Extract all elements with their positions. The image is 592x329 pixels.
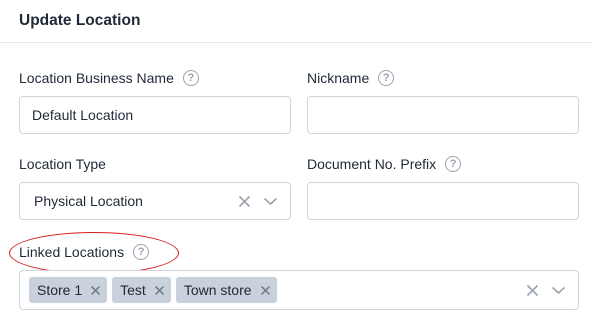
linked-locations-multiselect[interactable]: Store 1 Test Town store xyxy=(19,270,579,310)
business-name-input[interactable]: Default Location xyxy=(19,96,291,134)
select-actions xyxy=(238,183,278,219)
business-name-value: Default Location xyxy=(32,107,134,123)
dialog-header: Update Location xyxy=(0,0,592,43)
remove-chip-icon[interactable] xyxy=(90,285,101,296)
help-icon[interactable]: ? xyxy=(378,70,395,86)
chevron-down-icon[interactable] xyxy=(551,286,566,295)
chip-label: Town store xyxy=(183,282,252,298)
location-type-select[interactable]: Physical Location xyxy=(19,182,291,220)
remove-chip-icon[interactable] xyxy=(260,285,271,296)
nickname-input[interactable] xyxy=(307,96,579,134)
chip-store-1: Store 1 xyxy=(29,277,108,303)
linked-locations-label-row: Linked Locations ? xyxy=(19,241,150,263)
nickname-label: Nickname xyxy=(307,70,370,86)
doc-prefix-label: Document No. Prefix xyxy=(307,156,437,172)
location-type-label: Location Type xyxy=(19,156,106,172)
chip-test: Test xyxy=(112,277,171,303)
business-name-label: Location Business Name xyxy=(19,70,174,86)
remove-chip-icon[interactable] xyxy=(154,285,165,296)
select-actions xyxy=(526,271,566,309)
dialog-title: Update Location xyxy=(19,12,141,29)
clear-icon[interactable] xyxy=(238,195,251,208)
doc-prefix-label-row: Document No. Prefix ? xyxy=(307,153,462,175)
help-icon[interactable]: ? xyxy=(445,156,462,172)
nickname-label-row: Nickname ? xyxy=(307,67,395,89)
doc-prefix-input[interactable] xyxy=(307,182,579,220)
chip-list: Store 1 Test Town store xyxy=(29,277,277,303)
clear-icon[interactable] xyxy=(526,284,539,297)
chip-label: Test xyxy=(120,282,146,298)
chevron-down-icon[interactable] xyxy=(263,197,278,206)
location-type-value: Physical Location xyxy=(34,193,143,209)
help-icon[interactable]: ? xyxy=(182,70,199,86)
chip-label: Store 1 xyxy=(37,282,83,298)
chip-town-store: Town store xyxy=(175,277,277,303)
location-type-label-row: Location Type xyxy=(19,153,106,175)
business-name-label-row: Location Business Name ? xyxy=(19,67,199,89)
linked-locations-label: Linked Locations xyxy=(19,244,125,260)
help-icon[interactable]: ? xyxy=(133,244,150,260)
